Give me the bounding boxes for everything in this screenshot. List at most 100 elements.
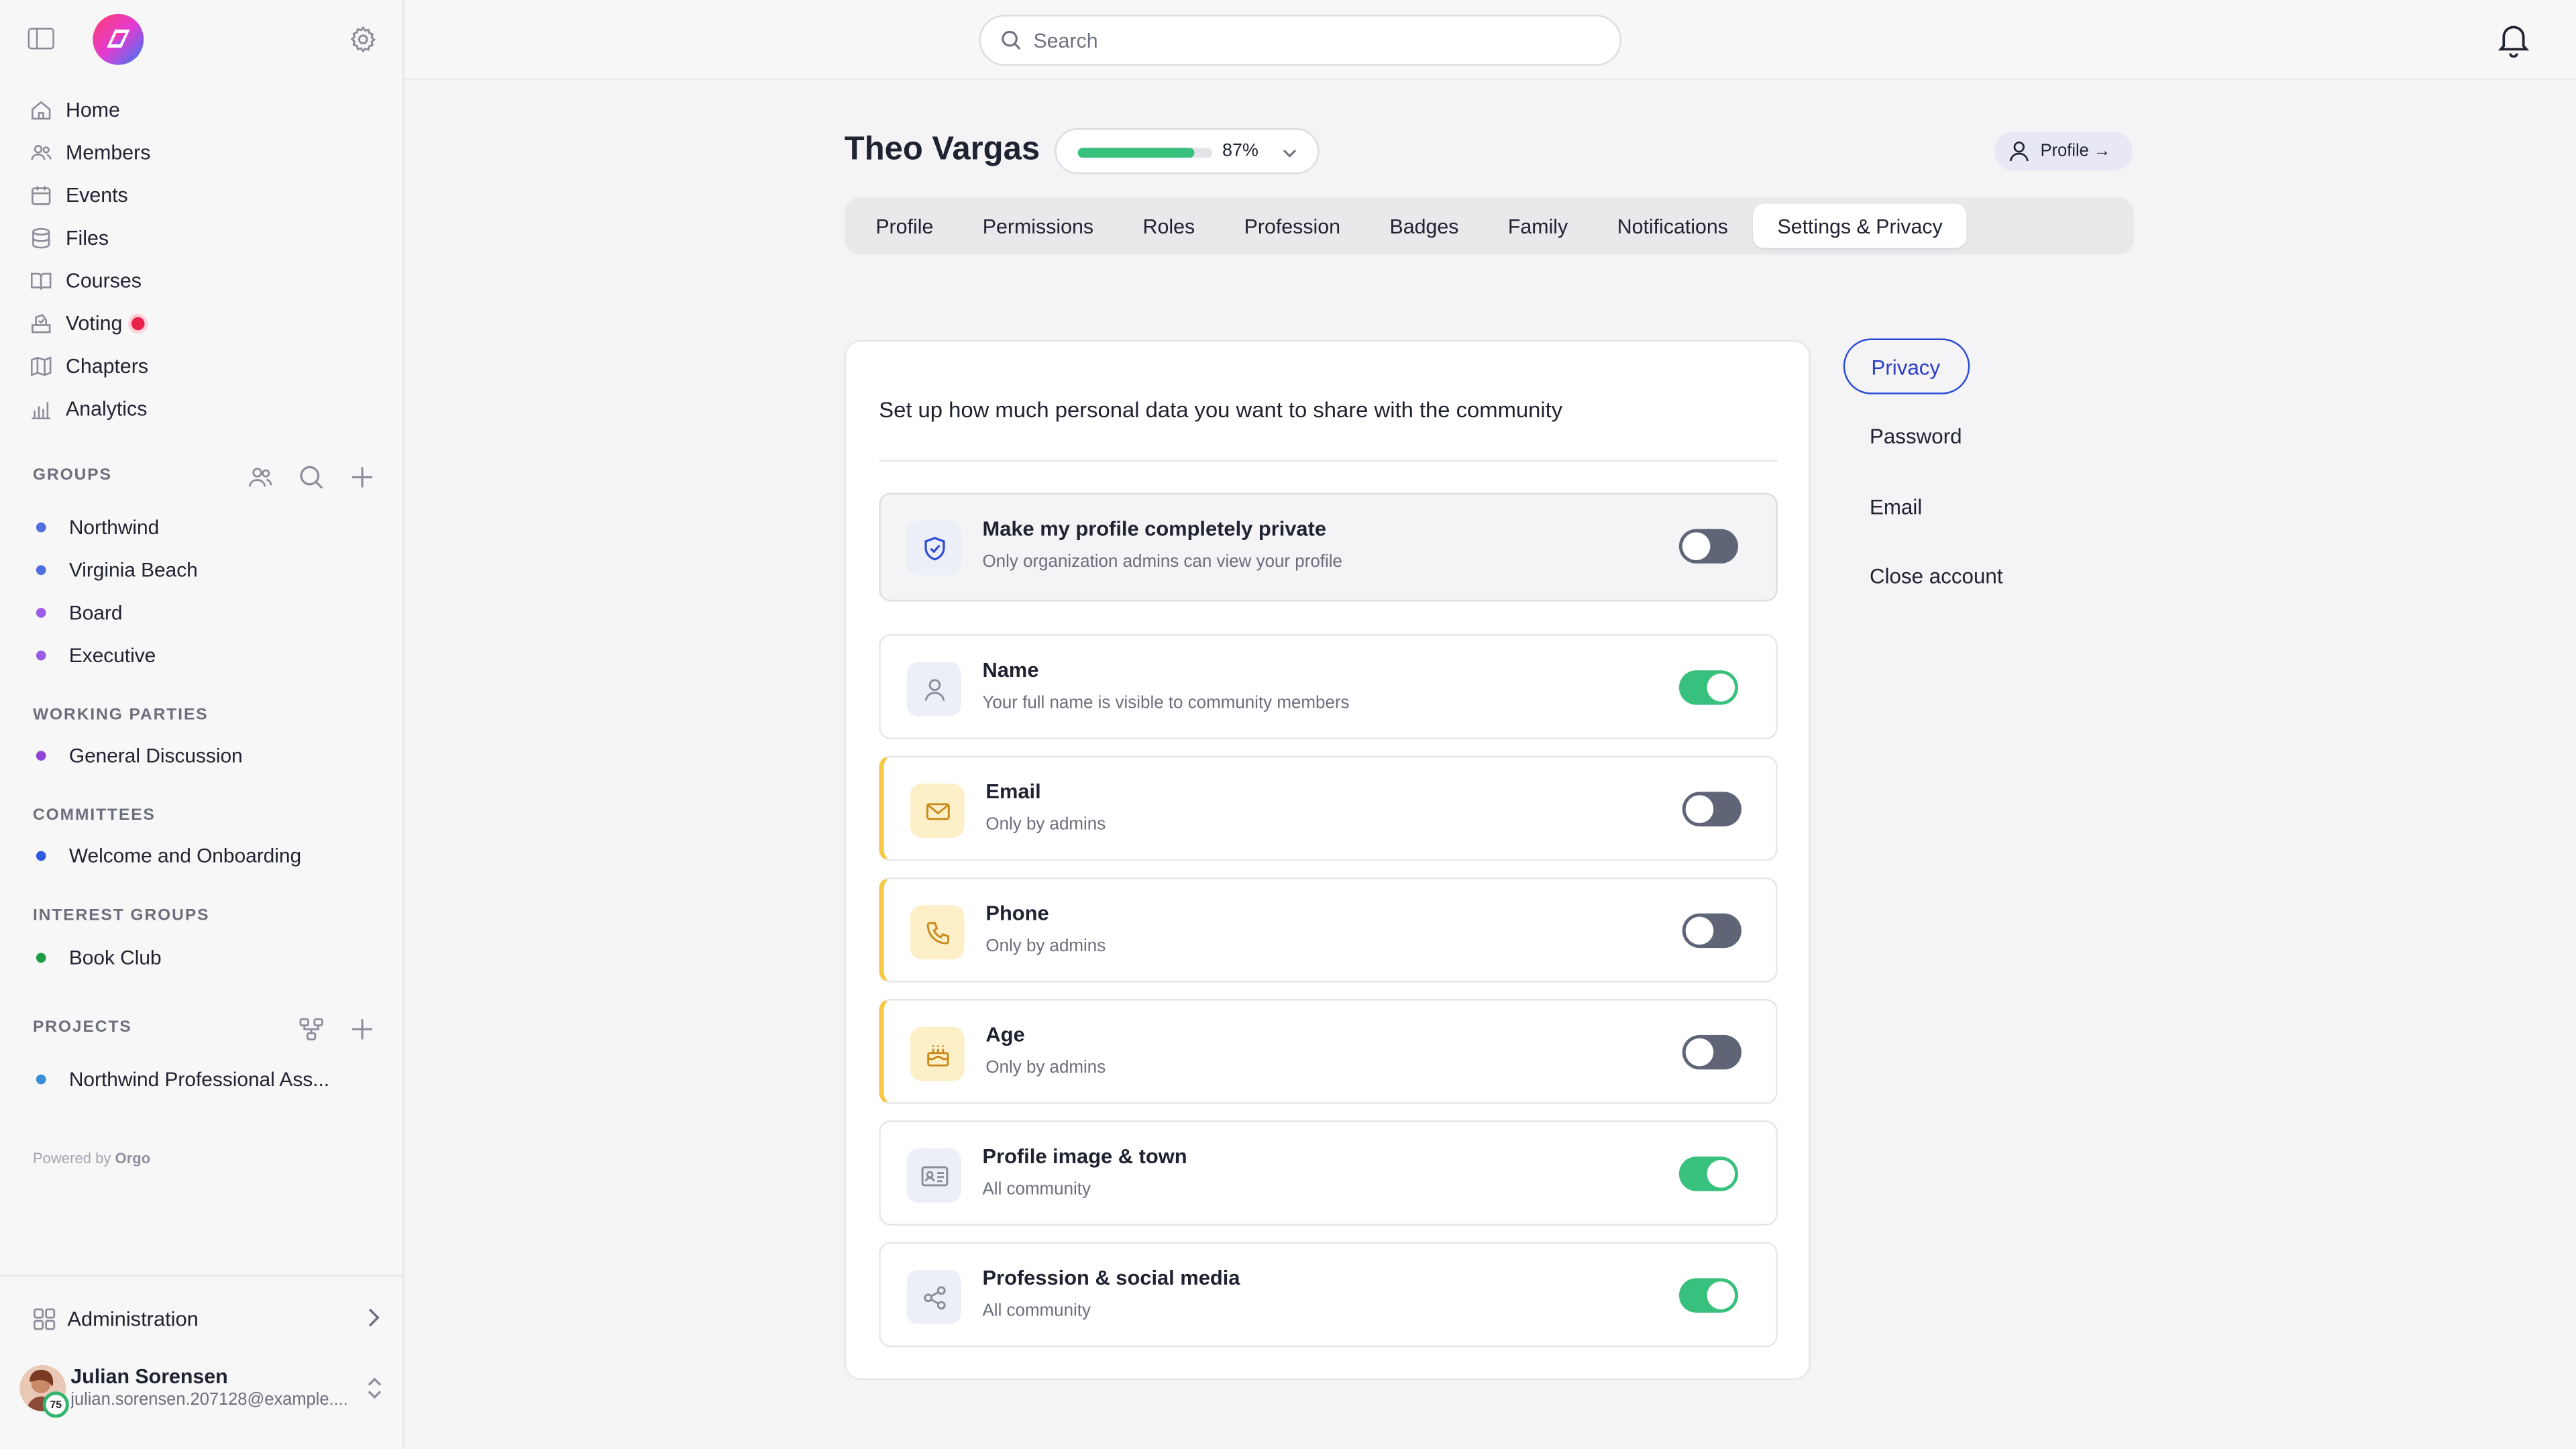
tab-notifications[interactable]: Notifications bbox=[1593, 204, 1753, 248]
settings-menu-close-account[interactable]: Close account bbox=[1843, 548, 2139, 604]
top-bar bbox=[404, 0, 2576, 81]
row-icon-box bbox=[906, 1270, 961, 1324]
group-item[interactable]: Virginia Beach bbox=[33, 549, 378, 592]
tab-roles[interactable]: Roles bbox=[1118, 204, 1220, 248]
id-card-icon bbox=[920, 1165, 948, 1186]
group-color-dot bbox=[36, 851, 46, 861]
main-content: Theo Vargas 87% Profile → Profile Permis… bbox=[405, 82, 2576, 1449]
nav-label: Members bbox=[65, 141, 151, 164]
search-groups-icon[interactable] bbox=[297, 464, 325, 492]
settings-menu-password[interactable]: Password bbox=[1843, 409, 2139, 464]
settings-menu: Privacy Password Email Close account bbox=[1843, 338, 2139, 617]
add-project-icon[interactable] bbox=[348, 1015, 376, 1043]
row-icon-box bbox=[906, 1148, 961, 1203]
toggle-knob bbox=[1682, 532, 1711, 561]
search-box[interactable] bbox=[979, 15, 1622, 66]
working-party-item[interactable]: General Discussion bbox=[33, 735, 378, 777]
completion-percent: 87% bbox=[1222, 141, 1259, 162]
nav-label: Files bbox=[65, 226, 109, 250]
group-label: Book Club bbox=[68, 946, 162, 969]
add-group-icon[interactable] bbox=[348, 464, 376, 492]
privacy-row-phone: Phone Only by admins bbox=[879, 877, 1778, 983]
phone-icon bbox=[926, 921, 949, 944]
app-logo[interactable] bbox=[91, 13, 146, 66]
share-icon bbox=[923, 1285, 945, 1309]
nav-voting[interactable]: Voting bbox=[30, 303, 374, 345]
sidebar-footer: Administration 75 Julian Sorensen julian… bbox=[0, 1275, 405, 1449]
tab-badges[interactable]: Badges bbox=[1365, 204, 1483, 248]
privacy-row-private: Make my profile completely private Only … bbox=[879, 492, 1778, 602]
committee-item[interactable]: Welcome and Onboarding bbox=[33, 835, 378, 877]
tab-profession[interactable]: Profession bbox=[1220, 204, 1365, 248]
tab-permissions[interactable]: Permissions bbox=[958, 204, 1118, 248]
administration-link[interactable]: Administration bbox=[33, 1303, 381, 1336]
settings-menu-privacy[interactable]: Privacy bbox=[1843, 338, 1970, 394]
group-item[interactable]: Board bbox=[33, 592, 378, 635]
nav-home[interactable]: Home bbox=[30, 89, 374, 131]
email-visibility-toggle[interactable] bbox=[1682, 792, 1741, 826]
group-color-dot bbox=[36, 650, 46, 661]
user-icon bbox=[2009, 141, 2029, 162]
row-title: Profession & social media bbox=[982, 1267, 1240, 1290]
interest-groups-heading: INTEREST GROUPS bbox=[32, 906, 210, 925]
projects-actions bbox=[297, 1015, 376, 1043]
row-icon-box bbox=[906, 661, 961, 716]
row-subtitle: All community bbox=[982, 1179, 1091, 1199]
group-item[interactable]: Northwind bbox=[33, 506, 378, 549]
private-toggle[interactable] bbox=[1678, 529, 1739, 564]
nav-events[interactable]: Events bbox=[30, 174, 374, 217]
profile-image-town-toggle[interactable] bbox=[1678, 1157, 1739, 1191]
sidebar-toggle-icon[interactable] bbox=[28, 28, 54, 50]
group-item[interactable]: Executive bbox=[33, 634, 378, 677]
tab-profile[interactable]: Profile bbox=[851, 204, 958, 248]
phone-visibility-toggle[interactable] bbox=[1682, 913, 1741, 949]
main-nav: Home Members Events Files Courses Voting bbox=[30, 89, 374, 430]
row-subtitle: All community bbox=[982, 1301, 1091, 1321]
powered-brand[interactable]: Orgo bbox=[115, 1150, 151, 1166]
administration-label: Administration bbox=[67, 1307, 199, 1331]
view-profile-button[interactable]: Profile → bbox=[1994, 131, 2133, 171]
interest-group-item[interactable]: Book Club bbox=[33, 936, 378, 979]
profession-social-toggle[interactable] bbox=[1678, 1278, 1739, 1313]
toggle-knob bbox=[1685, 795, 1714, 823]
toggle-knob bbox=[1685, 916, 1714, 945]
tab-settings-privacy[interactable]: Settings & Privacy bbox=[1752, 203, 1968, 248]
search-input[interactable] bbox=[1033, 28, 1576, 52]
group-color-dot bbox=[36, 751, 46, 761]
nav-courses[interactable]: Courses bbox=[30, 260, 374, 303]
projects-list: Northwind Professional Ass... bbox=[33, 1058, 378, 1101]
age-visibility-toggle[interactable] bbox=[1682, 1034, 1741, 1070]
privacy-card: Set up how much personal data you want t… bbox=[844, 339, 1811, 1381]
privacy-row-age: Age Only by admins bbox=[879, 998, 1778, 1104]
user-menu[interactable]: 75 Julian Sorensen julian.sorensen.20712… bbox=[19, 1362, 384, 1418]
row-subtitle: Only by admins bbox=[985, 936, 1106, 957]
tab-family[interactable]: Family bbox=[1483, 204, 1593, 248]
nav-members[interactable]: Members bbox=[30, 131, 374, 174]
nav-files[interactable]: Files bbox=[30, 217, 374, 260]
group-members-icon[interactable] bbox=[246, 464, 274, 492]
settings-menu-email[interactable]: Email bbox=[1843, 478, 2139, 534]
completion-progress-fill bbox=[1077, 148, 1195, 158]
user-level-badge: 75 bbox=[42, 1391, 69, 1418]
interest-groups-list: Book Club bbox=[33, 936, 378, 979]
project-item[interactable]: Northwind Professional Ass... bbox=[33, 1058, 378, 1101]
name-visibility-toggle[interactable] bbox=[1678, 670, 1739, 705]
nav-label: Courses bbox=[65, 269, 142, 292]
powered-prefix: Powered by bbox=[32, 1150, 111, 1167]
ballot-icon bbox=[30, 312, 52, 335]
nav-chapters[interactable]: Chapters bbox=[30, 345, 374, 388]
project-structure-icon[interactable] bbox=[297, 1015, 325, 1043]
search-icon bbox=[1002, 30, 1021, 50]
chevron-down-icon bbox=[1283, 150, 1297, 158]
book-icon bbox=[30, 270, 52, 292]
nav-analytics[interactable]: Analytics bbox=[30, 388, 374, 431]
sidebar: Home Members Events Files Courses Voting bbox=[0, 0, 405, 1449]
nav-label: Voting bbox=[65, 312, 123, 335]
row-subtitle: Only by admins bbox=[985, 1058, 1106, 1078]
gear-icon[interactable] bbox=[348, 25, 378, 54]
map-icon bbox=[30, 355, 52, 378]
profile-completion-dropdown[interactable]: 87% bbox=[1055, 128, 1320, 174]
chevron-up-down-icon bbox=[368, 1377, 382, 1399]
groups-heading: GROUPS bbox=[32, 466, 112, 485]
bell-icon[interactable] bbox=[2497, 21, 2530, 58]
